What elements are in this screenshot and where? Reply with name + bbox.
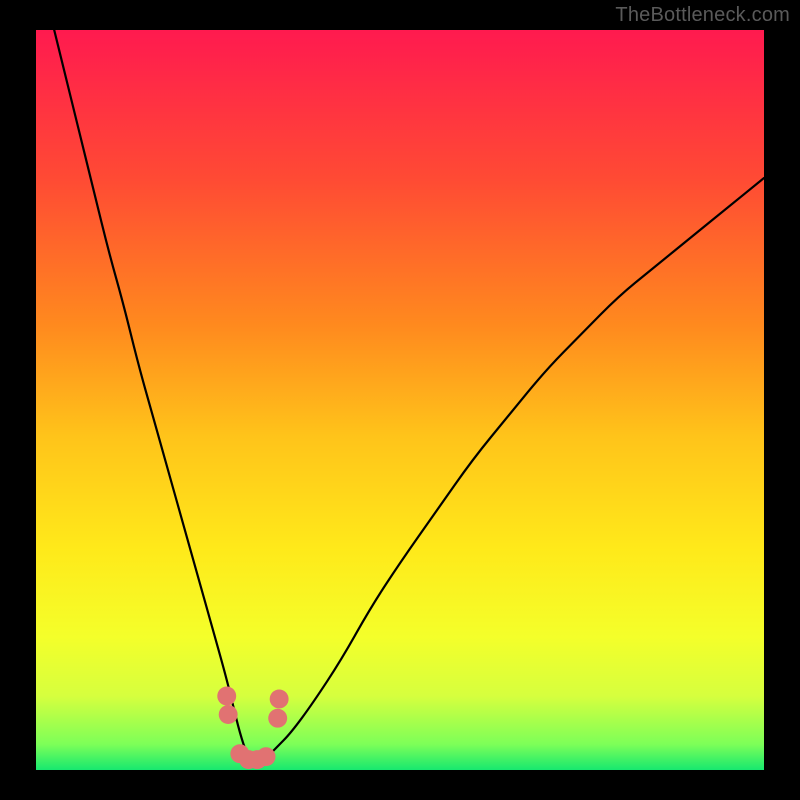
marker-dot xyxy=(217,687,236,706)
chart-canvas xyxy=(0,0,800,800)
marker-dot xyxy=(268,709,287,728)
marker-dot xyxy=(270,689,289,708)
marker-dot xyxy=(257,747,276,766)
marker-dot xyxy=(219,705,238,724)
attribution-text: TheBottleneck.com xyxy=(615,4,790,27)
chart-root: { "attribution": "TheBottleneck.com", "c… xyxy=(0,0,800,800)
gradient-background xyxy=(36,30,764,770)
